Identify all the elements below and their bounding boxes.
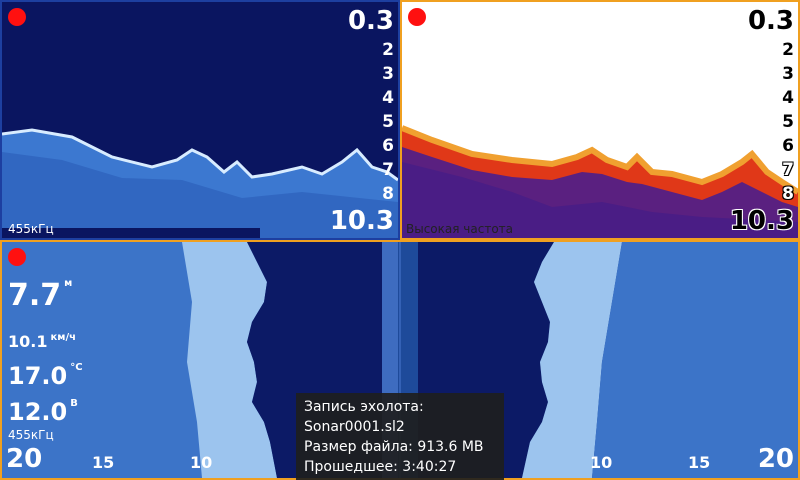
depth-tick: 2 bbox=[782, 40, 794, 60]
depth-scale: 2 3 4 5 6 7 8 bbox=[782, 38, 794, 206]
record-indicator bbox=[8, 248, 26, 266]
frequency-label: 455кГц bbox=[8, 428, 54, 442]
downscan-panel[interactable]: 0.3 2 3 4 5 6 7 8 10.3 455кГц bbox=[0, 0, 400, 240]
temperature-value: 17.0 bbox=[8, 362, 68, 390]
range-right-20: 20 bbox=[757, 444, 794, 474]
depth-tick: 4 bbox=[382, 88, 394, 108]
depth-tick: 4 bbox=[782, 88, 794, 108]
range-left-10: 10 bbox=[190, 453, 213, 472]
sonar2d-panel[interactable]: 0.3 2 3 4 5 6 7 8 10.3 Высокая частота bbox=[400, 0, 800, 240]
frequency-label: 455кГц bbox=[8, 222, 54, 236]
top-depth: 0.3 bbox=[747, 6, 794, 36]
speed-unit: км/ч bbox=[50, 332, 76, 343]
recording-elapsed: Прошедшее: 3:40:27 bbox=[304, 459, 457, 475]
depth-tick: 7 bbox=[382, 160, 394, 180]
range-left-15: 15 bbox=[92, 453, 115, 472]
range-right-10: 10 bbox=[590, 453, 613, 472]
depth-tick: 3 bbox=[782, 64, 794, 84]
bottom-depth: 10.3 bbox=[329, 206, 394, 236]
sonar2d-image bbox=[402, 2, 798, 238]
range-left-20: 20 bbox=[6, 444, 43, 474]
depth-readout: 7.7 м bbox=[8, 278, 72, 313]
recording-file-name: Sonar0001.sl2 bbox=[304, 419, 405, 435]
depth-tick: 6 bbox=[382, 136, 394, 156]
record-indicator bbox=[8, 8, 26, 26]
recording-status-box: Запись эхолота: Sonar0001.sl2 Размер фай… bbox=[296, 393, 504, 480]
voltage-value: 12.0 bbox=[8, 398, 68, 426]
depth-tick: 5 bbox=[782, 112, 794, 132]
depth-tick: 8 bbox=[782, 184, 794, 204]
recording-title: Запись эхолота: bbox=[304, 399, 424, 415]
speed-value: 10.1 bbox=[8, 332, 48, 351]
recording-file-size: Размер файла: 913.6 MB bbox=[304, 439, 484, 455]
depth-tick: 7 bbox=[782, 160, 794, 180]
top-depth: 0.3 bbox=[347, 6, 394, 36]
depth-scale: 2 3 4 5 6 7 8 bbox=[382, 38, 394, 206]
depth-tick: 2 bbox=[382, 40, 394, 60]
speed-readout: 10.1 км/ч bbox=[8, 332, 76, 351]
bottom-depth: 10.3 bbox=[729, 206, 794, 236]
range-right-15: 15 bbox=[688, 453, 711, 472]
depth-value: 7.7 bbox=[8, 278, 62, 313]
frequency-label: Высокая частота bbox=[406, 222, 513, 236]
record-indicator bbox=[408, 8, 426, 26]
depth-tick: 5 bbox=[382, 112, 394, 132]
depth-unit: м bbox=[64, 278, 73, 289]
temperature-readout: 17.0 °C bbox=[8, 362, 83, 390]
depth-tick: 3 bbox=[382, 64, 394, 84]
downscan-image bbox=[2, 2, 398, 238]
depth-tick: 8 bbox=[382, 184, 394, 204]
temperature-unit: °C bbox=[70, 362, 83, 373]
voltage-unit: В bbox=[70, 398, 78, 409]
voltage-readout: 12.0 В bbox=[8, 398, 78, 426]
depth-tick: 6 bbox=[782, 136, 794, 156]
